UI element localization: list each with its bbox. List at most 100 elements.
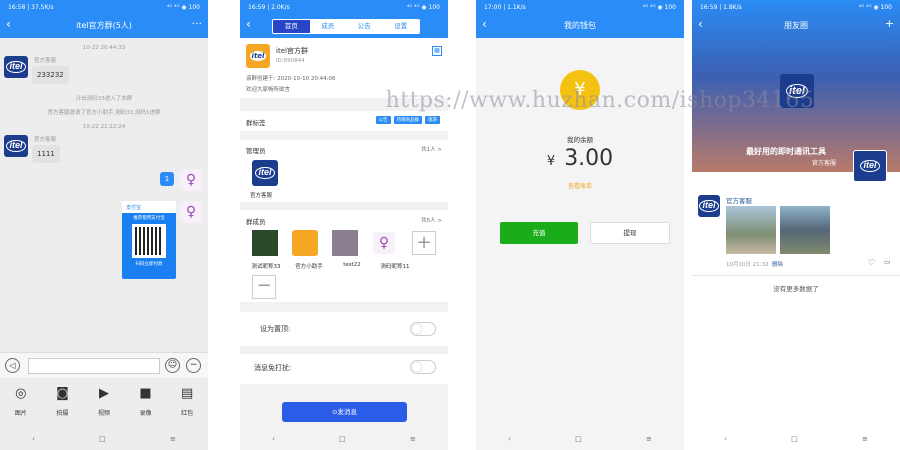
nav-back-icon[interactable]: ‹: [32, 435, 35, 443]
tags-label: 群标签: [246, 119, 266, 127]
input-bar: ◁ ☺ −: [0, 352, 208, 378]
nav-back-icon[interactable]: ‹: [272, 435, 275, 443]
member-avatar[interactable]: [292, 230, 318, 256]
group-tab[interactable]: 公告: [346, 20, 383, 33]
mute-row: 消息免打扰:: [240, 354, 448, 384]
admin-avatar[interactable]: itel: [252, 160, 278, 186]
add-post-icon[interactable]: +: [885, 18, 894, 30]
more-icon[interactable]: ···: [192, 18, 203, 30]
qr-code-icon[interactable]: ▦: [432, 46, 442, 56]
pin-toggle[interactable]: [410, 322, 436, 336]
system-nav: ‹ □ ≡: [0, 428, 208, 450]
message-input[interactable]: [28, 358, 160, 374]
emoji-icon[interactable]: ☺: [165, 358, 180, 373]
post-delete-link[interactable]: 删除: [772, 260, 783, 268]
toolbar-label: 录像: [139, 410, 152, 417]
payment-qr-card[interactable]: 支付宝 推荐使用支付宝 扫码立即付款: [122, 201, 176, 279]
banner-slogan: 最好用的即时通讯工具: [746, 147, 826, 156]
mute-toggle[interactable]: [410, 360, 436, 374]
group-tab[interactable]: 设置: [382, 20, 419, 33]
wallet-header: ‹ 我的钱包: [476, 14, 684, 38]
withdraw-button[interactable]: 提现: [590, 222, 670, 244]
admin-name: 官方客服: [250, 193, 273, 199]
member-name: 测试昵称33: [251, 264, 281, 270]
nav-home-icon[interactable]: □: [99, 435, 106, 443]
wallet-title: 我的钱包: [564, 21, 596, 30]
post-avatar[interactable]: itel: [698, 195, 720, 217]
my-avatar[interactable]: ♀: [180, 201, 202, 223]
member-avatar[interactable]: ♀: [373, 232, 395, 254]
group-welcome: 欢迎大家畅所欲言: [246, 87, 291, 93]
post-time: 10月10日 21:32: [726, 262, 769, 268]
currency-symbol: ¥: [546, 154, 556, 169]
nav-menu-icon[interactable]: ≡: [646, 435, 652, 443]
system-nav: ‹ □ ≡: [692, 428, 900, 450]
group-tab[interactable]: 成员: [309, 20, 346, 33]
nav-menu-icon[interactable]: ≡: [170, 435, 176, 443]
nav-home-icon[interactable]: □: [575, 435, 582, 443]
moments-screen: 16:59 | 1.8K/s ⁴ᴳ ⁴ᴳ ◉ 100 ‹ 朋友圈 + itel …: [692, 0, 900, 450]
toolbar-label: 拍摄: [56, 410, 69, 417]
banner-username: 官方客服: [812, 160, 837, 167]
mute-label: 消息免打扰:: [254, 364, 292, 372]
collapse-icon[interactable]: −: [186, 358, 201, 373]
nav-menu-icon[interactable]: ≡: [410, 435, 416, 443]
timestamp: 10-22 21:22:24: [82, 124, 126, 130]
post-username[interactable]: 官方客服: [726, 195, 752, 205]
status-icons: ⁴ᴳ ⁴ᴳ ◉ 100: [642, 3, 676, 11]
profile-avatar[interactable]: itel: [853, 150, 887, 182]
group-tag: 公告: [375, 116, 391, 124]
recharge-button[interactable]: 充值: [500, 222, 578, 244]
add-member-button[interactable]: +: [412, 231, 436, 255]
banner-logo: itel: [780, 74, 814, 108]
message-bubble[interactable]: 233232: [32, 66, 69, 84]
nav-back-icon[interactable]: ‹: [724, 435, 727, 443]
toolbar-item[interactable]: ■ 录像: [130, 386, 162, 424]
video-icon: ▶: [98, 386, 109, 401]
toolbar-item[interactable]: ◎ 图片: [5, 386, 37, 424]
post-image[interactable]: [726, 206, 776, 254]
yuan-coin-icon: ¥: [560, 70, 600, 110]
message-bubble[interactable]: 1111: [32, 145, 60, 163]
member-name: 测码昵称11: [380, 264, 410, 270]
voice-icon[interactable]: ◁: [5, 358, 20, 373]
balance-label: 我的余额: [567, 136, 593, 144]
member-avatar[interactable]: [252, 230, 278, 256]
member-name: test22: [343, 262, 361, 268]
members-section: 群成员 共5人 > ♀ + 测试昵称33 官方小助手 test22 测码昵称11 −: [240, 210, 448, 302]
admin-section: 管理员 共1人 > itel 官方客服: [240, 140, 448, 202]
members-count[interactable]: 共5人 >: [421, 216, 442, 224]
my-message-bubble[interactable]: 1: [160, 172, 174, 186]
remove-member-button[interactable]: −: [252, 275, 276, 299]
nav-menu-icon[interactable]: ≡: [862, 435, 868, 443]
member-avatar[interactable]: [332, 230, 358, 256]
back-icon[interactable]: ‹: [246, 18, 251, 30]
my-avatar[interactable]: ♀: [180, 169, 202, 191]
card-title: 推荐使用支付宝: [133, 216, 165, 221]
like-icon[interactable]: ♡: [868, 258, 875, 267]
toolbar-label: 红包: [181, 410, 194, 417]
sender-avatar[interactable]: itel: [4, 135, 28, 157]
chat-header: ‹ itel官方群(5人) ···: [0, 14, 208, 38]
admin-count[interactable]: 共1人 >: [421, 145, 442, 153]
toolbar-item[interactable]: ▶ 视频: [88, 386, 120, 424]
tab-bar: 首页 成员 公告 设置: [272, 19, 420, 34]
members-label: 群成员: [246, 218, 266, 226]
toolbar-item[interactable]: ◙ 拍摄: [46, 386, 78, 424]
video-call-icon: ■: [139, 386, 152, 401]
toolbar-item[interactable]: ▤ 红包: [171, 386, 203, 424]
nav-back-icon[interactable]: ‹: [508, 435, 511, 443]
bill-link[interactable]: 查看账单: [476, 181, 684, 190]
group-tags-row[interactable]: 群标签 公告 热销商品群 旅游: [240, 111, 448, 131]
nav-home-icon[interactable]: □: [791, 435, 798, 443]
status-icons: ⁴ᴳ ⁴ᴳ ◉ 100: [858, 3, 892, 11]
post-image[interactable]: [780, 206, 830, 254]
status-bar: 17:00 | 1.1K/s ⁴ᴳ ⁴ᴳ ◉ 100: [476, 0, 684, 14]
toolbar-label: 视频: [97, 410, 110, 417]
admin-label: 管理员: [246, 147, 266, 155]
comment-icon[interactable]: ▭: [884, 258, 891, 266]
nav-home-icon[interactable]: □: [339, 435, 346, 443]
sender-avatar[interactable]: itel: [4, 56, 28, 78]
group-tab[interactable]: 首页: [273, 20, 310, 33]
send-message-button[interactable]: ⊙发消息: [282, 402, 407, 422]
